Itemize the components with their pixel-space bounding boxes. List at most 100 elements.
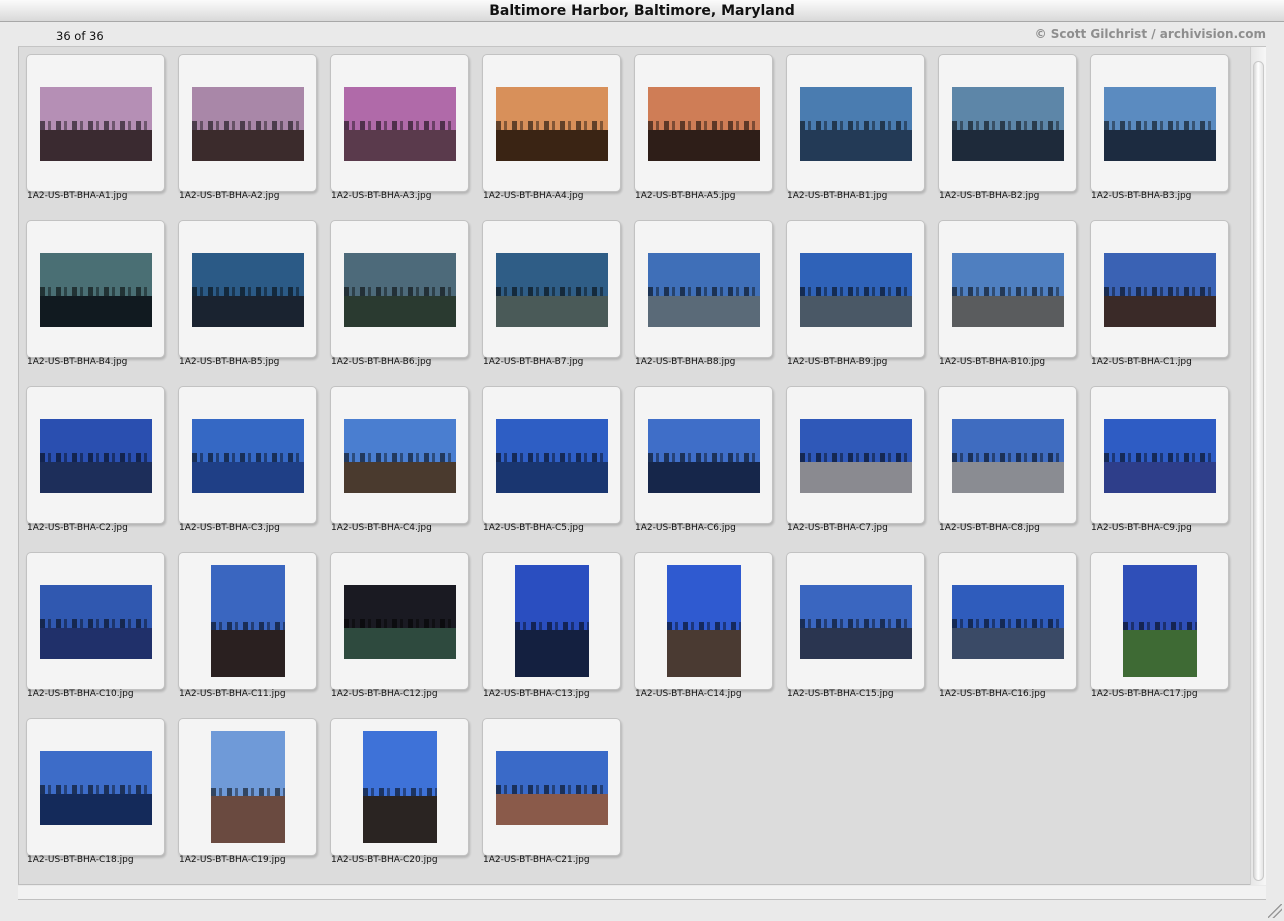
thumbnail-image[interactable]	[648, 419, 760, 493]
thumbnail-image[interactable]	[40, 419, 152, 493]
thumbnail-image[interactable]	[363, 731, 437, 843]
slide-cell[interactable]: 1A2-US-BT-BHA-B6.jpg	[323, 213, 475, 379]
slide-cell[interactable]: 1A2-US-BT-BHA-B4.jpg	[19, 213, 171, 379]
slide-frame[interactable]	[634, 552, 773, 690]
slide-cell[interactable]: 1A2-US-BT-BHA-C12.jpg	[323, 545, 475, 711]
slide-frame[interactable]	[330, 718, 469, 856]
slide-cell[interactable]: 1A2-US-BT-BHA-C13.jpg	[475, 545, 627, 711]
thumbnail-image[interactable]	[344, 419, 456, 493]
slide-cell[interactable]: 1A2-US-BT-BHA-C8.jpg	[931, 379, 1083, 545]
thumbnail-image[interactable]	[800, 585, 912, 659]
slide-cell[interactable]: 1A2-US-BT-BHA-A1.jpg	[19, 47, 171, 213]
slide-cell[interactable]: 1A2-US-BT-BHA-C10.jpg	[19, 545, 171, 711]
thumbnail-image[interactable]	[1104, 87, 1216, 161]
slide-frame[interactable]	[482, 54, 621, 192]
thumbnail-image[interactable]	[1104, 253, 1216, 327]
slide-frame[interactable]	[634, 54, 773, 192]
slide-frame[interactable]	[786, 552, 925, 690]
thumbnail-image[interactable]	[648, 253, 760, 327]
thumbnail-image[interactable]	[952, 253, 1064, 327]
thumbnail-image[interactable]	[344, 253, 456, 327]
slide-cell[interactable]: 1A2-US-BT-BHA-A2.jpg	[171, 47, 323, 213]
slide-frame[interactable]	[938, 386, 1077, 524]
slide-frame[interactable]	[482, 386, 621, 524]
thumbnail-image[interactable]	[952, 87, 1064, 161]
horizontal-scrollbar[interactable]	[18, 886, 1266, 900]
thumbnail-image[interactable]	[496, 87, 608, 161]
slide-cell[interactable]: 1A2-US-BT-BHA-C9.jpg	[1083, 379, 1235, 545]
slide-frame[interactable]	[330, 54, 469, 192]
scrollbar-thumb[interactable]	[1253, 61, 1264, 881]
slide-cell[interactable]: 1A2-US-BT-BHA-C18.jpg	[19, 711, 171, 877]
slide-cell[interactable]: 1A2-US-BT-BHA-B8.jpg	[627, 213, 779, 379]
slide-frame[interactable]	[482, 718, 621, 856]
slide-cell[interactable]: 1A2-US-BT-BHA-A4.jpg	[475, 47, 627, 213]
slide-frame[interactable]	[178, 220, 317, 358]
thumbnail-image[interactable]	[192, 419, 304, 493]
slide-frame[interactable]	[1090, 220, 1229, 358]
slide-frame[interactable]	[1090, 54, 1229, 192]
slide-cell[interactable]: 1A2-US-BT-BHA-C6.jpg	[627, 379, 779, 545]
slide-frame[interactable]	[482, 552, 621, 690]
vertical-scrollbar[interactable]	[1250, 47, 1266, 885]
thumbnail-image[interactable]	[211, 565, 285, 677]
slide-cell[interactable]: 1A2-US-BT-BHA-C20.jpg	[323, 711, 475, 877]
thumbnail-image[interactable]	[800, 253, 912, 327]
thumbnail-image[interactable]	[192, 87, 304, 161]
thumbnail-image[interactable]	[192, 253, 304, 327]
slide-cell[interactable]: 1A2-US-BT-BHA-C5.jpg	[475, 379, 627, 545]
slide-cell[interactable]: 1A2-US-BT-BHA-C4.jpg	[323, 379, 475, 545]
slide-frame[interactable]	[26, 220, 165, 358]
slide-cell[interactable]: 1A2-US-BT-BHA-B9.jpg	[779, 213, 931, 379]
slide-frame[interactable]	[178, 386, 317, 524]
slide-cell[interactable]: 1A2-US-BT-BHA-C16.jpg	[931, 545, 1083, 711]
thumbnail-image[interactable]	[952, 585, 1064, 659]
slide-cell[interactable]: 1A2-US-BT-BHA-C19.jpg	[171, 711, 323, 877]
slide-cell[interactable]: 1A2-US-BT-BHA-C1.jpg	[1083, 213, 1235, 379]
slide-frame[interactable]	[330, 220, 469, 358]
thumbnail-image[interactable]	[40, 253, 152, 327]
thumbnail-image[interactable]	[40, 585, 152, 659]
slide-frame[interactable]	[330, 386, 469, 524]
slide-cell[interactable]: 1A2-US-BT-BHA-C14.jpg	[627, 545, 779, 711]
slide-frame[interactable]	[482, 220, 621, 358]
thumbnail-image[interactable]	[496, 419, 608, 493]
slide-frame[interactable]	[938, 220, 1077, 358]
slide-frame[interactable]	[938, 54, 1077, 192]
slide-cell[interactable]: 1A2-US-BT-BHA-B5.jpg	[171, 213, 323, 379]
thumbnail-image[interactable]	[344, 585, 456, 659]
slide-cell[interactable]: 1A2-US-BT-BHA-B3.jpg	[1083, 47, 1235, 213]
thumbnail-image[interactable]	[800, 87, 912, 161]
slide-frame[interactable]	[938, 552, 1077, 690]
slide-frame[interactable]	[1090, 386, 1229, 524]
slide-frame[interactable]	[26, 552, 165, 690]
slide-cell[interactable]: 1A2-US-BT-BHA-C3.jpg	[171, 379, 323, 545]
slide-cell[interactable]: 1A2-US-BT-BHA-B2.jpg	[931, 47, 1083, 213]
slide-cell[interactable]: 1A2-US-BT-BHA-C15.jpg	[779, 545, 931, 711]
thumbnail-image[interactable]	[952, 419, 1064, 493]
slide-frame[interactable]	[26, 718, 165, 856]
slide-cell[interactable]: 1A2-US-BT-BHA-A3.jpg	[323, 47, 475, 213]
thumbnail-image[interactable]	[496, 751, 608, 825]
slide-frame[interactable]	[26, 54, 165, 192]
slide-frame[interactable]	[786, 54, 925, 192]
thumbnail-image[interactable]	[667, 565, 741, 677]
slide-frame[interactable]	[178, 54, 317, 192]
thumbnail-image[interactable]	[515, 565, 589, 677]
slide-cell[interactable]: 1A2-US-BT-BHA-C11.jpg	[171, 545, 323, 711]
thumbnail-image[interactable]	[1123, 565, 1197, 677]
slide-cell[interactable]: 1A2-US-BT-BHA-B1.jpg	[779, 47, 931, 213]
slide-cell[interactable]: 1A2-US-BT-BHA-C7.jpg	[779, 379, 931, 545]
thumbnail-image[interactable]	[211, 731, 285, 843]
slide-frame[interactable]	[634, 220, 773, 358]
slide-frame[interactable]	[26, 386, 165, 524]
slide-cell[interactable]: 1A2-US-BT-BHA-C17.jpg	[1083, 545, 1235, 711]
resize-grip-icon[interactable]	[1268, 904, 1282, 918]
thumbnail-image[interactable]	[800, 419, 912, 493]
thumbnail-image[interactable]	[344, 87, 456, 161]
thumbnail-image[interactable]	[1104, 419, 1216, 493]
slide-cell[interactable]: 1A2-US-BT-BHA-A5.jpg	[627, 47, 779, 213]
thumbnail-image[interactable]	[40, 751, 152, 825]
slide-frame[interactable]	[178, 718, 317, 856]
slide-cell[interactable]: 1A2-US-BT-BHA-B10.jpg	[931, 213, 1083, 379]
